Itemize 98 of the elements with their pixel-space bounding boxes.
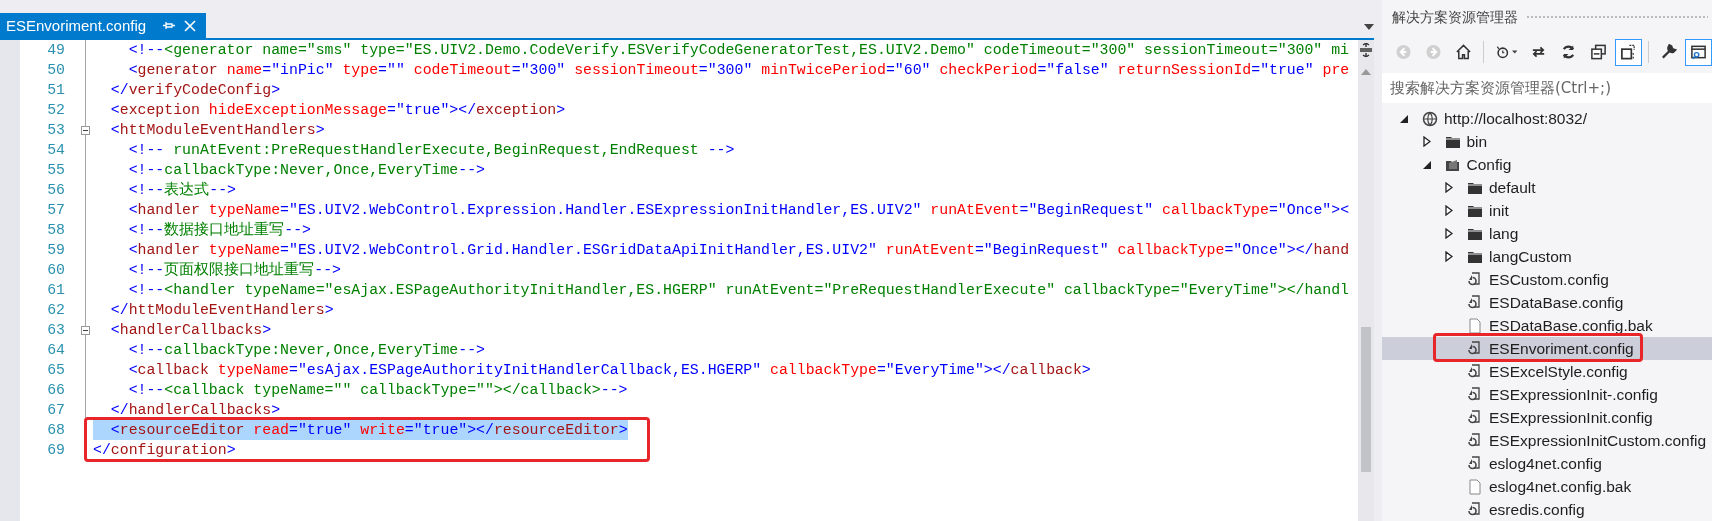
panel-title: 解决方案资源管理器 bbox=[1392, 8, 1518, 27]
line-number: 65 bbox=[46, 361, 65, 380]
code-line: <!--callbackType:Never,Once,EveryTime--> bbox=[127, 161, 485, 180]
line-number: 49 bbox=[46, 41, 65, 60]
tree-item[interactable]: bin bbox=[1382, 130, 1712, 153]
code-line: <callback typeName="esAjax.ESPageAuthorityInitHandlerCallback,ES.HGERP" callbackType="EveryTime"></callback> bbox=[127, 361, 1091, 380]
tree-item[interactable]: esredis.config bbox=[1382, 498, 1712, 521]
tree-item[interactable]: ESExpressionInitCustom.config bbox=[1382, 429, 1712, 452]
triangle-icon[interactable] bbox=[1400, 114, 1408, 123]
tree-item[interactable]: ESExpressionInit.config bbox=[1382, 406, 1712, 429]
code-line: <!-- runAtEvent:PreRequestHandlerExecute,BeginRequest,EndRequest --> bbox=[127, 141, 735, 160]
page-arrow-icon bbox=[1467, 501, 1483, 518]
triangle-icon[interactable] bbox=[1445, 251, 1453, 262]
page-arrow-icon bbox=[1467, 432, 1483, 449]
code-line: <handlerCallbacks> bbox=[109, 321, 272, 340]
globe-icon bbox=[1422, 110, 1438, 127]
line-number: 67 bbox=[46, 401, 65, 420]
tree-item[interactable]: Config bbox=[1382, 153, 1712, 176]
line-number: 69 bbox=[46, 441, 65, 460]
code-line: <!--数据接口地址重写--> bbox=[127, 220, 311, 240]
code-line: </configuration> bbox=[93, 441, 236, 460]
code-line: <generator name="inPic" type="" codeTimeout="300" sessionTimeout="300" minTwicePeriod="60" checkPeriod="false" returnSessionId="true" pre bbox=[127, 61, 1350, 80]
line-number: 50 bbox=[46, 61, 65, 80]
page-arrow-icon bbox=[1467, 409, 1483, 426]
code-line: <handler typeName="ES.UIV2.WebControl.Grid.Handler.ESGridDataApiInitHandler,ES.UIV2" runAtEvent="BeginRequest" callbackType="Once"></hand bbox=[127, 241, 1350, 260]
tree-item[interactable]: http://localhost:8032/ bbox=[1382, 107, 1712, 130]
caret-icon bbox=[1511, 50, 1518, 55]
page-arrow-icon bbox=[1467, 294, 1483, 311]
line-number: 63 bbox=[46, 321, 65, 340]
page-arrow-icon bbox=[1467, 455, 1483, 472]
pages-icon bbox=[1620, 43, 1638, 62]
forward-icon bbox=[1425, 43, 1442, 62]
scrollbar[interactable] bbox=[1358, 40, 1374, 521]
line-number: 54 bbox=[46, 141, 65, 160]
code-line: <exception hideExceptionMessage="true"></exception> bbox=[109, 101, 566, 120]
page-arrow-icon bbox=[1467, 271, 1483, 288]
tree-item[interactable]: init bbox=[1382, 199, 1712, 222]
tree-item[interactable]: ESDataBase.config.bak bbox=[1382, 314, 1712, 337]
pages-button[interactable] bbox=[1615, 38, 1643, 66]
code-line: <!--<generator name="sms" type="ES.UIV2.Demo.CodeVerify.ESVerifyCodeGeneratorTest,ES.UIV2.Demo" codeTimeout="300" sessionTimeout="300" mi bbox=[127, 41, 1349, 60]
tree-item[interactable]: default bbox=[1382, 176, 1712, 199]
line-number: 61 bbox=[46, 281, 65, 300]
code-line: <!--<callback typeName="" callbackType=""></callback>--> bbox=[127, 381, 628, 400]
back-icon bbox=[1395, 43, 1412, 62]
file-tab[interactable]: ESEnvoriment.config bbox=[0, 13, 207, 38]
collapse-icon[interactable] bbox=[81, 325, 90, 335]
line-number: 51 bbox=[46, 81, 65, 100]
search-field[interactable]: 搜索解决方案资源管理器(Ctrl+;) bbox=[1382, 73, 1712, 103]
triangle-icon[interactable] bbox=[1445, 182, 1453, 193]
line-number: 57 bbox=[46, 201, 65, 220]
line-number: 59 bbox=[46, 241, 65, 260]
page-arrow-icon bbox=[1467, 363, 1483, 380]
triangle-icon[interactable] bbox=[1445, 228, 1453, 239]
tree-item[interactable]: eslog4net.config bbox=[1382, 452, 1712, 475]
line-number: 62 bbox=[46, 301, 65, 320]
pin-icon[interactable] bbox=[163, 19, 176, 32]
code-line: </verifyCodeConfig> bbox=[109, 81, 281, 100]
tree-item[interactable]: ESCustom.config bbox=[1382, 268, 1712, 291]
code-line: <!--callbackType:Never,Once,EveryTime--> bbox=[127, 341, 485, 360]
preview-button[interactable] bbox=[1685, 38, 1712, 66]
triangle-icon[interactable] bbox=[1422, 136, 1431, 147]
line-number: 53 bbox=[46, 121, 65, 140]
preview-icon bbox=[1690, 43, 1707, 62]
line-number: 58 bbox=[46, 221, 65, 240]
windows-icon bbox=[1590, 43, 1608, 62]
triangle-icon[interactable] bbox=[1422, 160, 1431, 169]
tree-item[interactable]: lang bbox=[1382, 222, 1712, 245]
tree-item[interactable]: ESDataBase.config bbox=[1382, 291, 1712, 314]
line-number: 52 bbox=[46, 101, 65, 120]
splitter-icon[interactable] bbox=[1360, 43, 1372, 57]
page-icon bbox=[1467, 317, 1483, 334]
collapse-icon[interactable] bbox=[81, 125, 90, 135]
code-line: <!--<handler typeName="esAjax.ESPageAuthorityInitHandler,ES.HGERP" runAtEvent="PreRequestHandlerExecute" callbackType="EveryTime"></handl bbox=[127, 281, 1349, 300]
code-line: <handler typeName="ES.UIV2.WebControl.Expression.Handler.ESExpressionInitHandler,ES.UIV2" runAtEvent="BeginRequest" callbackType="Once">< bbox=[127, 201, 1350, 220]
code-line: <!--表达式--> bbox=[127, 180, 236, 200]
page-arrow-icon bbox=[1467, 340, 1483, 357]
code-line: </handlerCallbacks> bbox=[109, 401, 281, 420]
home-icon bbox=[1455, 43, 1472, 62]
code-line: <httModuleEventHandlers> bbox=[109, 121, 325, 140]
close-icon[interactable] bbox=[184, 19, 197, 32]
tree-item[interactable]: ESExpressionInit-.config bbox=[1382, 383, 1712, 406]
tree-item[interactable]: ESExcelStyle.config bbox=[1382, 360, 1712, 383]
caret-icon[interactable] bbox=[1364, 24, 1374, 30]
code-line: </httModuleEventHandlers> bbox=[109, 301, 334, 320]
line-number: 66 bbox=[46, 381, 65, 400]
line-number: 68 bbox=[46, 421, 65, 440]
line-number: 56 bbox=[46, 181, 65, 200]
tree-item[interactable]: ESEnvoriment.config bbox=[1382, 337, 1712, 360]
line-number: 55 bbox=[46, 161, 65, 180]
code-line: <!--页面权限接口地址重写--> bbox=[127, 260, 341, 280]
page-arrow-icon bbox=[1467, 386, 1483, 403]
tree-item[interactable]: langCustom bbox=[1382, 245, 1712, 268]
scrollbar-thumb[interactable] bbox=[1361, 327, 1371, 472]
line-number: 60 bbox=[46, 261, 65, 280]
line-number: 64 bbox=[46, 341, 65, 360]
page-icon bbox=[1467, 478, 1483, 495]
triangle-icon[interactable] bbox=[1445, 205, 1453, 216]
tree-item[interactable]: eslog4net.config.bak bbox=[1382, 475, 1712, 498]
